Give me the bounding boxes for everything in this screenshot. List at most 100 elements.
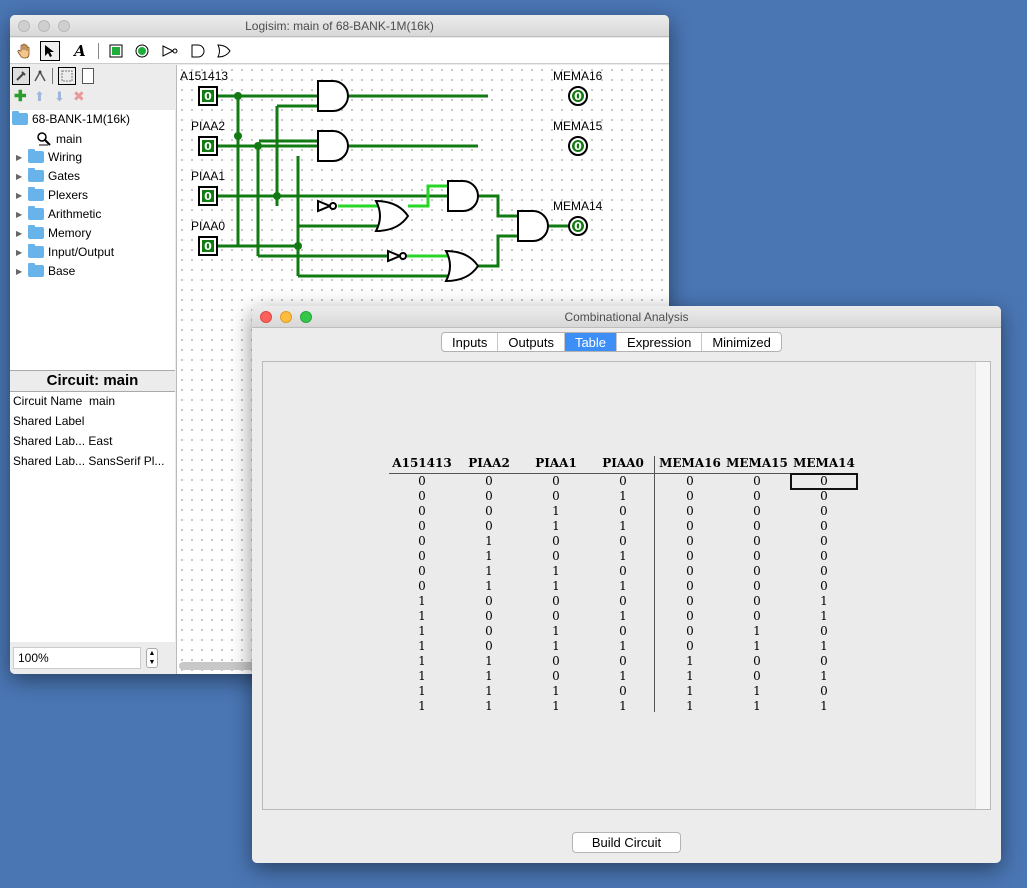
disclosure-arrow-icon[interactable]: ▶ <box>16 153 24 162</box>
table-cell[interactable]: 0 <box>791 549 857 564</box>
output-pin-tool-icon[interactable] <box>132 41 152 61</box>
tree-folder-input-output[interactable]: ▶ Input/Output <box>16 244 114 259</box>
not-gate[interactable] <box>317 199 333 213</box>
minimize-button[interactable] <box>38 20 50 32</box>
table-cell[interactable]: 0 <box>657 594 723 609</box>
table-cell[interactable]: 1 <box>657 699 723 714</box>
tree-folder-gates[interactable]: ▶ Gates <box>16 168 80 183</box>
table-cell[interactable]: 0 <box>724 579 790 594</box>
table-cell[interactable]: 0 <box>724 549 790 564</box>
table-cell[interactable]: 1 <box>657 654 723 669</box>
input-pin[interactable]: 0 <box>198 186 218 206</box>
table-cell[interactable]: 1 <box>657 684 723 699</box>
text-tool-icon[interactable]: A <box>70 41 90 61</box>
table-cell[interactable]: 0 <box>657 504 723 519</box>
not-gate[interactable] <box>387 249 403 263</box>
attr-row[interactable]: Shared Lab... SansSerif Pl... <box>13 454 164 468</box>
delete-circuit-icon[interactable]: ✖ <box>73 89 85 103</box>
or-gate[interactable] <box>444 249 480 283</box>
table-cell[interactable]: 1 <box>657 669 723 684</box>
tree-folder-wiring[interactable]: ▶ Wiring <box>16 149 82 164</box>
table-cell[interactable]: 0 <box>791 504 857 519</box>
tree-item-main[interactable]: main <box>36 131 82 147</box>
input-pin[interactable]: 0 <box>198 236 218 256</box>
output-pin[interactable]: 0 <box>568 136 588 156</box>
table-cell[interactable]: 0 <box>791 654 857 669</box>
layout-edit-icon[interactable] <box>58 67 76 85</box>
output-pin[interactable]: 0 <box>568 86 588 106</box>
tab-minimized[interactable]: Minimized <box>702 333 781 351</box>
table-cell[interactable]: 1 <box>791 639 857 654</box>
table-cell[interactable]: 0 <box>657 564 723 579</box>
or-gate[interactable] <box>374 199 410 233</box>
close-button[interactable] <box>18 20 30 32</box>
table-cell[interactable]: 0 <box>657 489 723 504</box>
table-cell[interactable]: 0 <box>657 534 723 549</box>
table-cell[interactable]: 0 <box>724 489 790 504</box>
table-cell[interactable]: 1 <box>791 669 857 684</box>
table-cell[interactable]: 0 <box>791 624 857 639</box>
tab-outputs[interactable]: Outputs <box>498 333 565 351</box>
table-cell[interactable]: 0 <box>724 654 790 669</box>
table-cell[interactable]: 0 <box>791 534 857 549</box>
output-pin[interactable]: 0 <box>568 216 588 236</box>
input-pin[interactable]: 0 <box>198 86 218 106</box>
zoom-stepper[interactable]: ▲ ▼ <box>146 648 158 668</box>
attr-row[interactable]: Circuit Name main <box>13 394 115 408</box>
tree-folder-memory[interactable]: ▶ Memory <box>16 225 91 240</box>
minimize-button[interactable] <box>280 311 292 323</box>
and-gate-tool-icon[interactable] <box>188 41 208 61</box>
tree-folder-base[interactable]: ▶ Base <box>16 263 75 278</box>
or-gate-tool-icon[interactable] <box>214 41 234 61</box>
tab-table[interactable]: Table <box>564 333 618 351</box>
zoom-button[interactable] <box>300 311 312 323</box>
move-up-icon[interactable]: ⬆ <box>34 90 45 104</box>
add-circuit-icon[interactable]: ✚ <box>14 89 27 104</box>
table-cell[interactable]: 1 <box>724 699 790 714</box>
table-cell[interactable]: 1 <box>791 594 857 609</box>
zoom-button[interactable] <box>58 20 70 32</box>
table-cell[interactable]: 0 <box>657 624 723 639</box>
table-cell[interactable]: 0 <box>791 519 857 534</box>
table-cell[interactable]: 0 <box>657 579 723 594</box>
tab-inputs[interactable]: Inputs <box>442 333 499 351</box>
and-gate[interactable] <box>317 130 349 162</box>
appearance-edit-icon[interactable] <box>82 68 94 84</box>
vertical-scrollbar[interactable] <box>975 362 990 809</box>
move-down-icon[interactable]: ⬇ <box>54 90 65 104</box>
table-cell[interactable]: 0 <box>791 684 857 699</box>
input-pin-tool-icon[interactable] <box>106 41 126 61</box>
hand-poke-icon[interactable] <box>14 41 34 61</box>
table-cell[interactable]: 0 <box>724 474 790 489</box>
zoom-field[interactable]: 100% <box>13 647 141 669</box>
simulation-tree-icon[interactable] <box>32 68 48 84</box>
attr-row[interactable]: Shared Lab... East <box>13 434 112 448</box>
table-cell[interactable]: 0 <box>724 594 790 609</box>
attr-row[interactable]: Shared Label <box>13 414 84 428</box>
table-cell[interactable]: 0 <box>724 519 790 534</box>
tab-expression[interactable]: Expression <box>617 333 703 351</box>
not-gate-tool-icon[interactable] <box>160 41 180 61</box>
table-cell[interactable]: 0 <box>790 473 858 490</box>
analysis-titlebar[interactable]: Combinational Analysis <box>252 306 1001 328</box>
table-cell[interactable]: 0 <box>724 564 790 579</box>
tree-root[interactable]: 68-BANK-1M(16k) <box>12 111 130 126</box>
table-cell[interactable]: 0 <box>724 534 790 549</box>
select-arrow-icon[interactable] <box>40 41 60 61</box>
disclosure-arrow-icon[interactable]: ▶ <box>16 210 24 219</box>
and-gate[interactable] <box>317 80 349 112</box>
table-cell[interactable]: 0 <box>657 639 723 654</box>
logisim-titlebar[interactable]: Logisim: main of 68-BANK-1M(16k) <box>10 15 669 37</box>
toolbox-view-icon[interactable] <box>12 67 30 85</box>
table-cell[interactable]: 1 <box>724 639 790 654</box>
table-cell[interactable]: 0 <box>657 519 723 534</box>
input-pin[interactable]: 0 <box>198 136 218 156</box>
build-circuit-button[interactable]: Build Circuit <box>572 832 681 853</box>
table-cell[interactable]: 1 <box>791 609 857 624</box>
table-cell[interactable]: 1 <box>724 684 790 699</box>
table-cell[interactable]: 0 <box>724 669 790 684</box>
table-cell[interactable]: 0 <box>791 489 857 504</box>
table-cell[interactable]: 0 <box>657 549 723 564</box>
tree-folder-plexers[interactable]: ▶ Plexers <box>16 187 88 202</box>
table-cell[interactable]: 0 <box>657 609 723 624</box>
